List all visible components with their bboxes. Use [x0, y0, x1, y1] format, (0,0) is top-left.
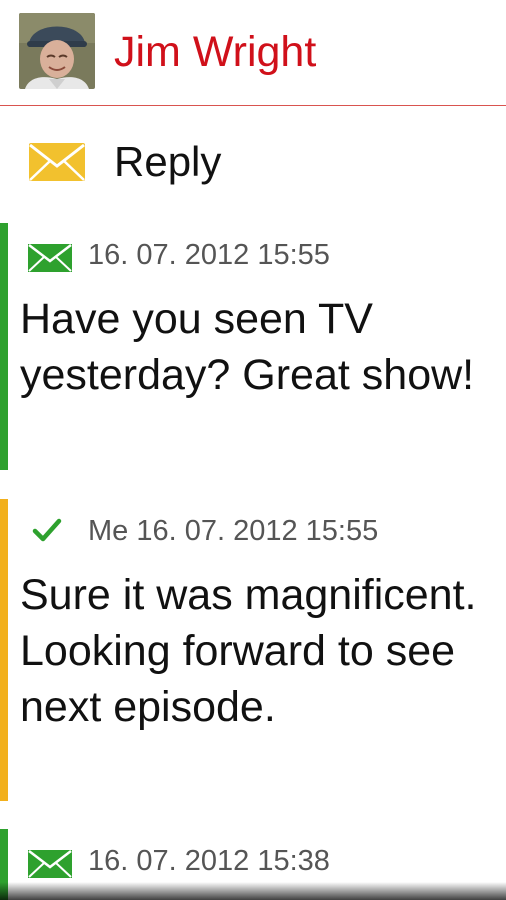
envelope-icon	[28, 244, 72, 272]
message-timestamp: 16. 07. 2012 15:38	[88, 845, 330, 877]
message-header: 16. 07. 2012 15:55	[0, 223, 506, 283]
message-timestamp: 16. 07. 2012 15:55	[88, 239, 330, 271]
conversation-header: Jim Wright	[0, 0, 506, 106]
message-item[interactable]: 16. 07. 2012 15:55 Have you seen TV yest…	[0, 223, 506, 470]
message-sender-timestamp: Me 16. 07. 2012 15:55	[88, 515, 379, 547]
message-text: Have you seen TV yesterday? Great show!	[20, 295, 475, 399]
envelope-icon	[28, 140, 86, 184]
message-header: Me 16. 07. 2012 15:55	[0, 499, 506, 559]
message-text: Sure it was magnificent. Looking forward…	[20, 571, 477, 731]
check-icon	[32, 515, 62, 545]
reply-label: Reply	[114, 138, 222, 185]
reply-button[interactable]: Reply	[0, 107, 506, 217]
envelope-icon	[28, 850, 72, 878]
contact-name[interactable]: Jim Wright	[114, 26, 316, 78]
person-photo-avatar	[19, 13, 95, 89]
message-item[interactable]: 16. 07. 2012 15:38	[0, 829, 506, 900]
contact-avatar[interactable]	[19, 13, 95, 89]
message-header: 16. 07. 2012 15:38	[0, 829, 506, 889]
message-item[interactable]: Me 16. 07. 2012 15:55 Sure it was magnif…	[0, 499, 506, 801]
